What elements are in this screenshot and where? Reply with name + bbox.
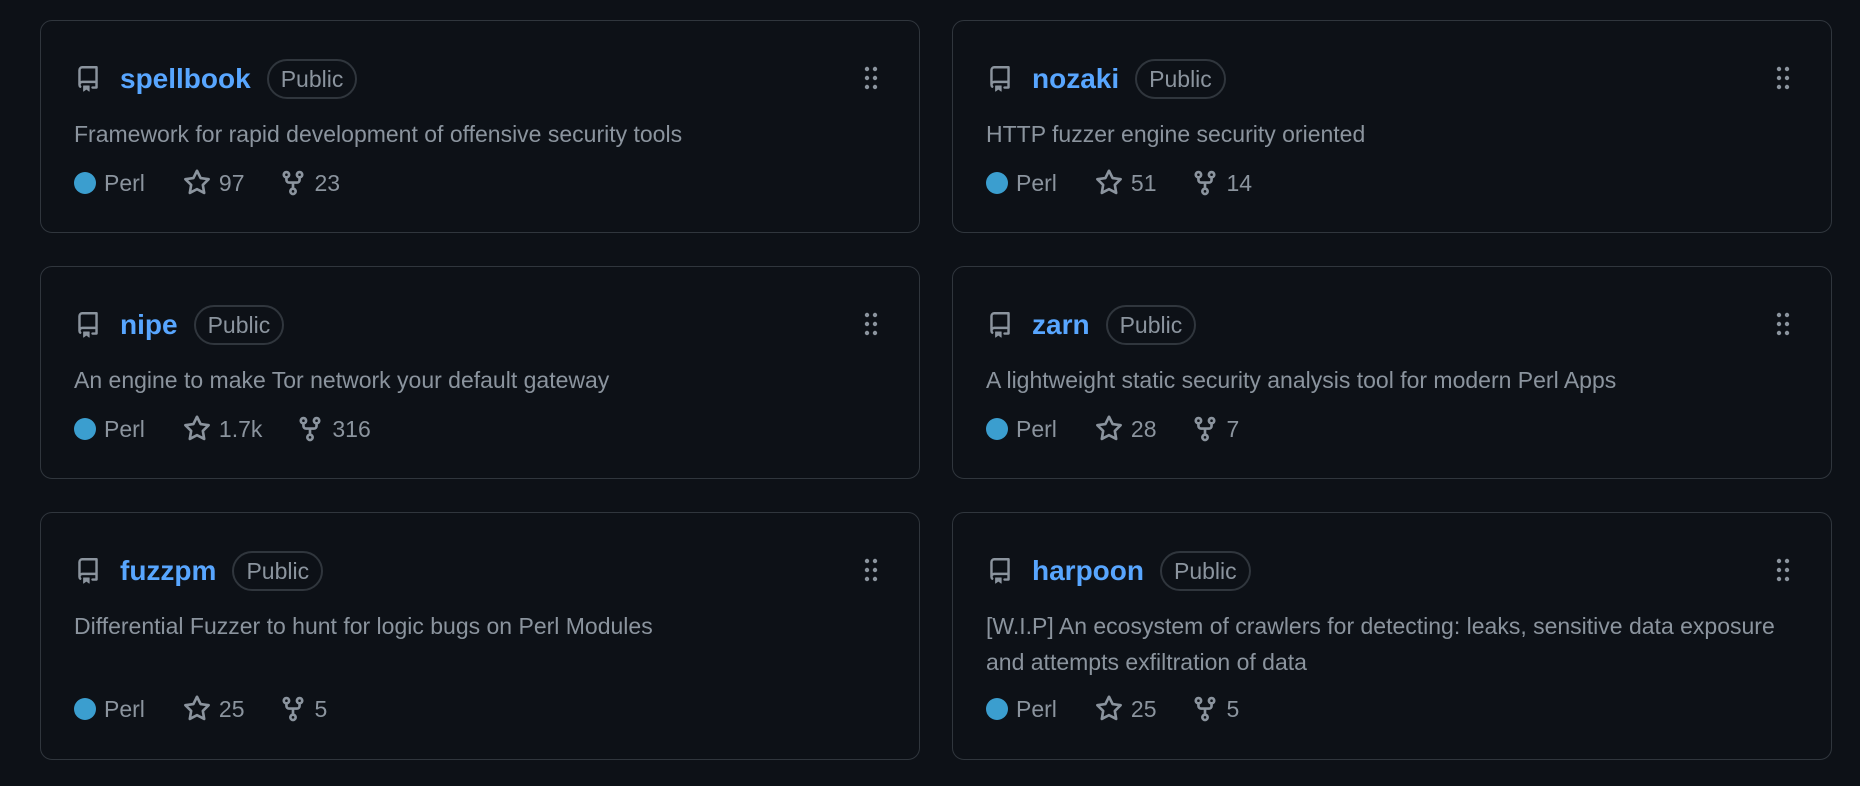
forks-count: 23 xyxy=(314,169,341,196)
forks-count: 14 xyxy=(1226,169,1253,196)
visibility-badge: Public xyxy=(1135,59,1226,99)
forks-count: 5 xyxy=(1226,695,1240,722)
repo-card: zarn Public A lightweight static securit… xyxy=(952,266,1832,479)
repo-language: Perl xyxy=(104,695,145,722)
repo-icon xyxy=(74,309,102,341)
visibility-badge: Public xyxy=(1160,551,1251,591)
repo-description: HTTP fuzzer engine security oriented xyxy=(986,121,1366,147)
language-color-dot xyxy=(986,698,1008,720)
forks-link[interactable]: 5 xyxy=(279,695,328,723)
fork-icon xyxy=(1194,416,1215,442)
repo-meta: Perl 97 23 xyxy=(74,165,374,201)
repo-description: Differential Fuzzer to hunt for logic bu… xyxy=(74,613,653,639)
repo-meta: Perl 1.7k 316 xyxy=(74,411,405,447)
language-color-dot xyxy=(74,418,96,440)
repo-name-link[interactable]: nipe xyxy=(120,309,178,341)
star-icon xyxy=(183,695,210,721)
pinned-repos-grid: spellbook Public Framework for rapid dev… xyxy=(0,0,1860,786)
stars-count: 25 xyxy=(218,695,245,722)
repo-description: [W.I.P] An ecosystem of crawlers for det… xyxy=(986,613,1775,675)
star-icon xyxy=(1095,415,1122,441)
star-icon xyxy=(1095,169,1122,195)
fork-icon xyxy=(282,696,303,722)
stars-link[interactable]: 25 xyxy=(1095,695,1157,723)
repo-meta: Perl 28 7 xyxy=(986,411,1273,447)
repo-card-header: zarn Public xyxy=(986,305,1197,345)
stars-count: 25 xyxy=(1130,695,1157,722)
forks-count: 7 xyxy=(1226,415,1240,442)
language-color-dot xyxy=(986,172,1008,194)
repo-meta: Perl 25 5 xyxy=(986,691,1273,727)
fork-icon xyxy=(1194,696,1215,722)
visibility-badge: Public xyxy=(266,59,358,99)
repo-icon xyxy=(74,63,102,95)
repo-name-link[interactable]: zarn xyxy=(1032,309,1090,341)
repo-meta: Perl 25 5 xyxy=(74,691,361,727)
star-icon xyxy=(1095,695,1122,721)
stars-count: 28 xyxy=(1130,415,1157,442)
repo-name-link[interactable]: fuzzpm xyxy=(120,555,216,587)
drag-handle-icon[interactable] xyxy=(863,65,879,91)
repo-card-header: harpoon Public xyxy=(986,551,1251,591)
repo-name-link[interactable]: nozaki xyxy=(1032,63,1119,95)
star-icon xyxy=(183,169,210,195)
forks-count: 316 xyxy=(332,415,371,442)
repo-card-header: nozaki Public xyxy=(986,59,1226,99)
stars-link[interactable]: 97 xyxy=(183,169,245,197)
repo-description: A lightweight static security analysis t… xyxy=(986,367,1617,393)
forks-link[interactable]: 5 xyxy=(1191,695,1240,723)
forks-link[interactable]: 7 xyxy=(1191,415,1240,443)
repo-language: Perl xyxy=(1016,695,1057,722)
stars-count: 51 xyxy=(1130,169,1157,196)
stars-link[interactable]: 1.7k xyxy=(183,415,262,443)
stars-link[interactable]: 28 xyxy=(1095,415,1157,443)
repo-card: harpoon Public [W.I.P] An ecosystem of c… xyxy=(952,512,1832,760)
repo-description: Framework for rapid development of offen… xyxy=(74,121,683,147)
repo-language: Perl xyxy=(1016,415,1057,442)
stars-link[interactable]: 51 xyxy=(1095,169,1157,197)
repo-icon xyxy=(986,63,1014,95)
drag-handle-icon[interactable] xyxy=(1775,311,1791,337)
repo-language: Perl xyxy=(104,169,145,196)
repo-card: nipe Public An engine to make Tor networ… xyxy=(40,266,920,479)
stars-link[interactable]: 25 xyxy=(183,695,245,723)
drag-handle-icon[interactable] xyxy=(1775,557,1791,583)
repo-icon xyxy=(74,555,102,587)
forks-link[interactable]: 14 xyxy=(1191,169,1253,197)
fork-icon xyxy=(1194,170,1215,196)
visibility-badge: Public xyxy=(1105,305,1197,345)
language-color-dot xyxy=(74,698,96,720)
drag-handle-icon[interactable] xyxy=(863,311,879,337)
repo-card-header: nipe Public xyxy=(74,305,285,345)
repo-card-header: fuzzpm Public xyxy=(74,551,324,591)
visibility-badge: Public xyxy=(232,551,324,591)
repo-icon xyxy=(986,555,1014,587)
stars-count: 97 xyxy=(218,169,245,196)
language-color-dot xyxy=(74,172,96,194)
repo-icon xyxy=(986,309,1014,341)
forks-link[interactable]: 316 xyxy=(296,415,371,443)
repo-name-link[interactable]: harpoon xyxy=(1032,555,1144,587)
drag-handle-icon[interactable] xyxy=(1775,65,1791,91)
repo-name-link[interactable]: spellbook xyxy=(120,63,251,95)
stars-count: 1.7k xyxy=(218,415,263,442)
forks-count: 5 xyxy=(314,695,328,722)
language-color-dot xyxy=(986,418,1008,440)
repo-card: nozaki Public HTTP fuzzer engine securit… xyxy=(952,20,1832,233)
star-icon xyxy=(183,415,210,441)
repo-language: Perl xyxy=(104,415,145,442)
repo-card: spellbook Public Framework for rapid dev… xyxy=(40,20,920,233)
repo-card: fuzzpm Public Differential Fuzzer to hun… xyxy=(40,512,920,760)
repo-language: Perl xyxy=(1016,169,1057,196)
repo-description: An engine to make Tor network your defau… xyxy=(74,367,610,393)
repo-meta: Perl 51 14 xyxy=(986,165,1286,201)
fork-icon xyxy=(299,416,321,442)
drag-handle-icon[interactable] xyxy=(863,557,879,583)
visibility-badge: Public xyxy=(193,305,285,345)
forks-link[interactable]: 23 xyxy=(279,169,341,197)
repo-card-header: spellbook Public xyxy=(74,59,358,99)
fork-icon xyxy=(282,170,303,196)
